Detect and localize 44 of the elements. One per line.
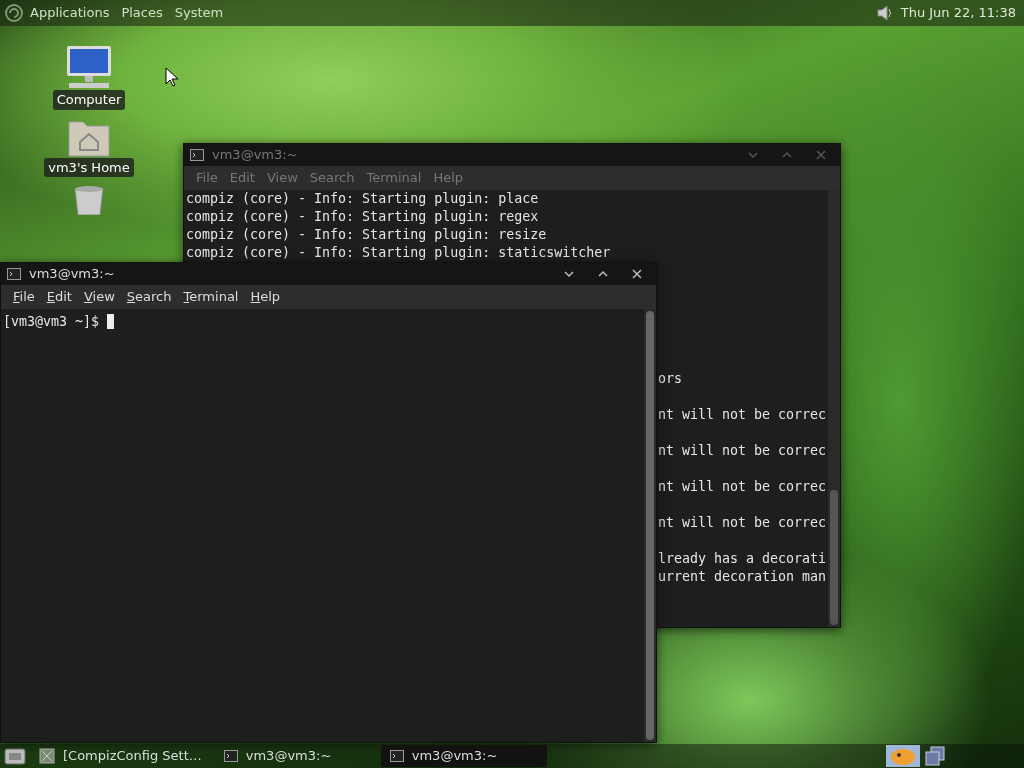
terminal-icon [7,268,21,280]
panel-menu[interactable]: Places [115,3,169,23]
shell-prompt: [vm3@vm3 ~]$ [3,314,100,329]
settings-window-icon [39,748,55,764]
menu-item[interactable]: Help [244,287,287,307]
terminal-line: nt will not be correc [658,514,828,532]
terminal-icon [223,750,238,762]
speaker-icon[interactable] [874,3,893,23]
minimize-icon[interactable] [563,268,575,280]
scrollbar-thumb[interactable] [646,311,654,740]
terminal-line: compiz (core) - Info: Starting plugin: resize [186,226,548,244]
menu-item[interactable]: View [77,287,121,307]
terminal-icon [389,750,404,762]
terminal-line: compiz (core) - Info: Starting plugin: place [186,190,540,208]
text-cursor [107,314,115,329]
terminal-line: compiz (core) - Info: Starting plugin: regex [186,208,540,226]
scrollbar-thumb[interactable] [830,490,838,625]
clock[interactable]: Thu Jun 22, 11:38 [900,3,1016,23]
terminal-line: nt will not be correc [658,442,828,460]
panel-menu[interactable]: Applications [24,3,116,23]
taskbar-button[interactable]: vm3@vm3:~ [380,745,547,767]
show-desktop-icon[interactable] [4,746,26,766]
terminal-line: lready has a decorati [658,550,828,568]
terminal-line: nt will not be correc [658,406,828,424]
terminal-icon [190,149,204,161]
taskbar-button[interactable]: [CompizConfig Sett… [30,745,211,767]
window-title: vm3@vm3:~ [212,146,298,165]
menu-item[interactable]: File [7,287,41,307]
panel-menu[interactable]: System [168,3,230,23]
icon-label[interactable]: vm3's Home [44,157,134,177]
terminal-line: urrent decoration man [658,568,828,586]
icon-label[interactable]: Computer [52,90,126,110]
close-icon[interactable] [631,268,643,280]
distro-logo-icon[interactable] [4,3,24,23]
taskbar-button[interactable]: vm3@vm3:~ [214,745,365,767]
terminal-line: nt will not be correc [658,478,828,496]
workspace-switcher-icon[interactable] [924,746,946,766]
menu-item[interactable]: Edit [40,287,78,307]
mouse-pointer-icon [165,67,179,87]
window-title: vm3@vm3:~ [29,265,115,284]
menu-item[interactable]: Terminal [177,287,245,307]
menu-item[interactable]: Search [120,287,178,307]
terminal-line: ors [658,370,684,388]
terminal-line: compiz (core) - Info: Starting plugin: staticswitcher [186,244,612,262]
